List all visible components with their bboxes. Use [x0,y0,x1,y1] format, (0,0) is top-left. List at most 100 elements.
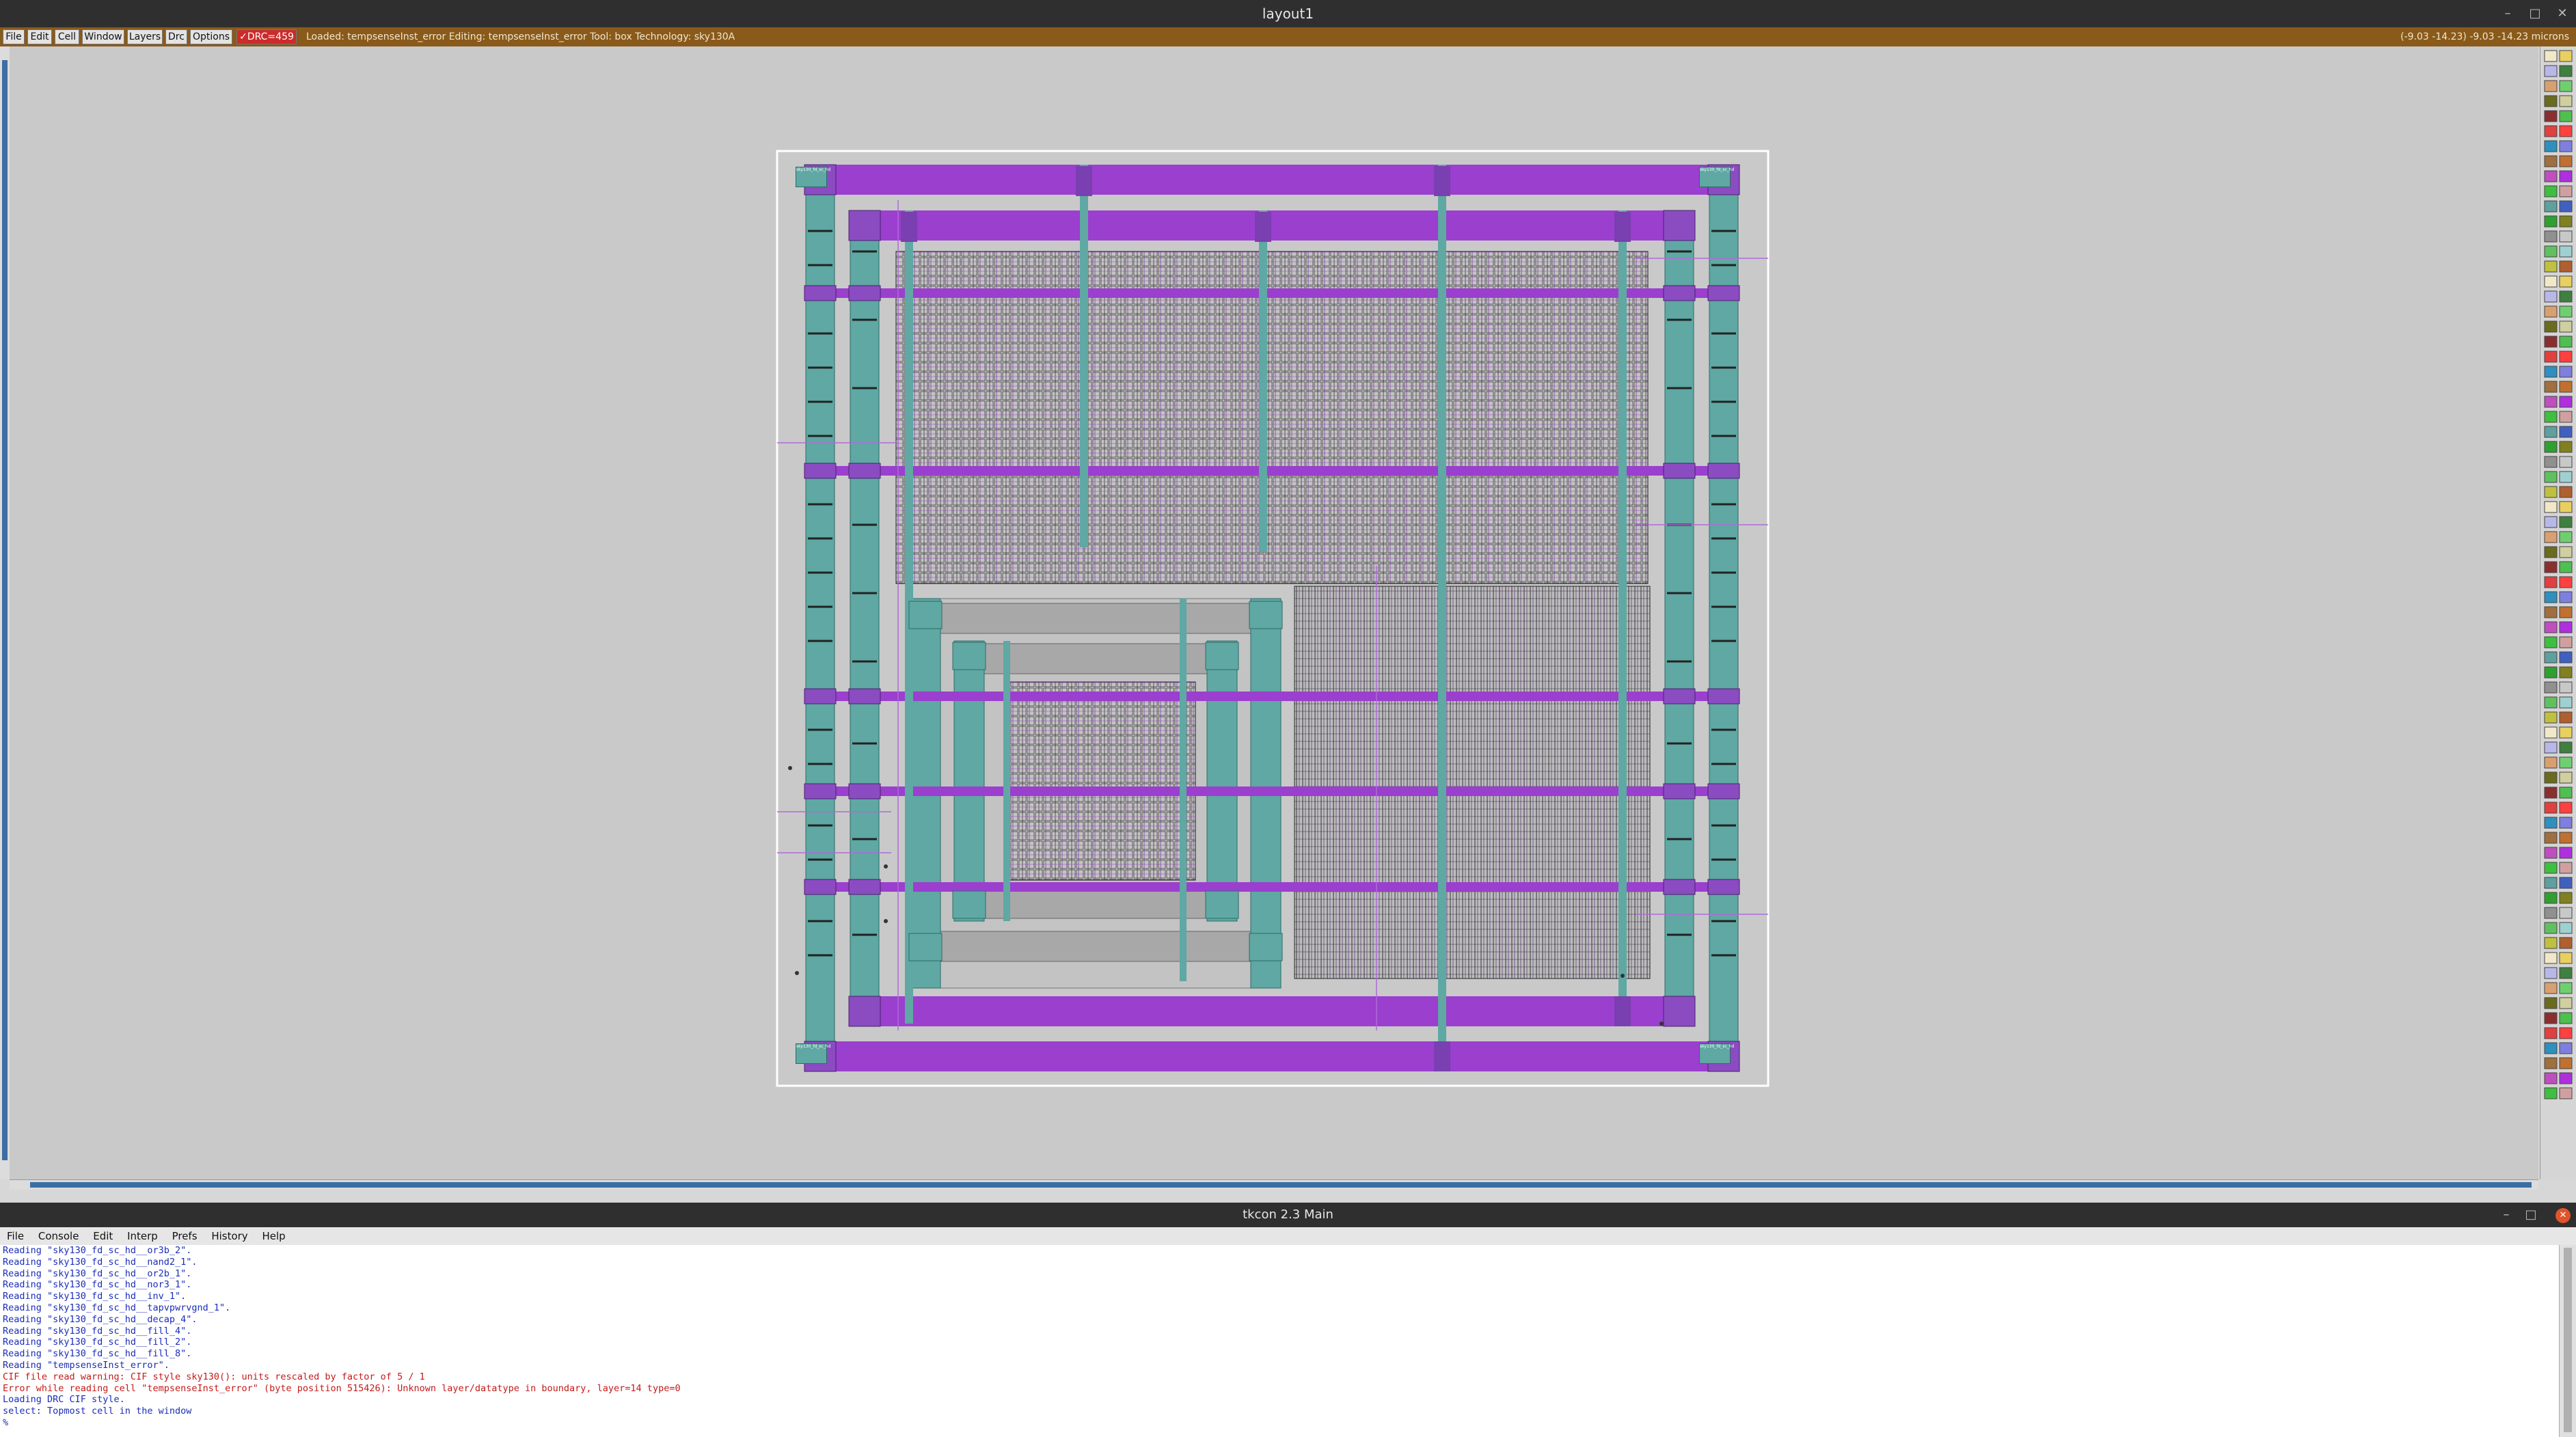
layer-swatch[interactable] [2559,200,2573,213]
console-scroll-thumb[interactable] [2564,1248,2572,1432]
layer-swatch[interactable] [2544,636,2558,648]
console-menu-console[interactable]: Console [38,1227,79,1245]
minimize-icon[interactable]: – [2494,0,2521,27]
layer-swatch[interactable] [2544,170,2558,182]
layer-swatch[interactable] [2559,967,2573,979]
layer-swatch[interactable] [2544,471,2558,483]
layer-swatch[interactable] [2544,1042,2558,1054]
layer-swatch[interactable] [2544,907,2558,919]
horizontal-scroll-thumb[interactable] [30,1182,2532,1188]
layer-swatch[interactable] [2544,200,2558,213]
console-scrollbar[interactable] [2559,1245,2576,1437]
console-menu-history[interactable]: History [211,1227,247,1245]
layer-swatch[interactable] [2559,336,2573,348]
layer-swatch[interactable] [2544,245,2558,258]
layer-swatch[interactable] [2544,696,2558,709]
layer-swatch[interactable] [2544,561,2558,573]
layer-swatch[interactable] [2559,320,2573,333]
layer-swatch[interactable] [2544,125,2558,137]
layer-palette[interactable] [2540,46,2576,1179]
layer-swatch[interactable] [2559,230,2573,243]
layer-swatch[interactable] [2544,260,2558,273]
layer-swatch[interactable] [2559,366,2573,378]
layer-swatch[interactable] [2559,80,2573,92]
layer-swatch[interactable] [2544,531,2558,543]
layer-swatch[interactable] [2544,396,2558,408]
layer-swatch[interactable] [2559,275,2573,288]
layer-swatch[interactable] [2559,170,2573,182]
layer-swatch[interactable] [2544,771,2558,784]
layer-swatch[interactable] [2544,1027,2558,1039]
layer-swatch[interactable] [2544,215,2558,228]
layer-swatch[interactable] [2559,711,2573,724]
layer-swatch[interactable] [2544,516,2558,528]
layer-swatch[interactable] [2544,381,2558,393]
layer-swatch[interactable] [2544,65,2558,77]
layer-swatch[interactable] [2544,50,2558,62]
console-menu-prefs[interactable]: Prefs [172,1227,198,1245]
vertical-scroll-thumb[interactable] [2,60,8,1160]
layer-swatch[interactable] [2544,606,2558,618]
layer-swatch[interactable] [2544,997,2558,1009]
layer-swatch[interactable] [2559,681,2573,694]
layer-swatch[interactable] [2544,877,2558,889]
layer-swatch[interactable] [2559,922,2573,934]
layer-swatch[interactable] [2559,666,2573,679]
layer-swatch[interactable] [2544,817,2558,829]
layer-swatch[interactable] [2544,1087,2558,1099]
layer-swatch[interactable] [2544,967,2558,979]
layer-swatch[interactable] [2544,1012,2558,1024]
layer-swatch[interactable] [2559,140,2573,152]
layer-swatch[interactable] [2559,1027,2573,1039]
console-menu-help[interactable]: Help [262,1227,285,1245]
menu-window[interactable]: Window [82,29,124,44]
layer-swatch[interactable] [2559,1072,2573,1084]
layer-swatch[interactable] [2544,501,2558,513]
layer-swatch[interactable] [2544,456,2558,468]
layer-swatch[interactable] [2544,666,2558,679]
layer-swatch[interactable] [2559,696,2573,709]
layer-swatches[interactable] [2540,46,2576,1179]
layer-swatch[interactable] [2544,862,2558,874]
layer-swatch[interactable] [2544,486,2558,498]
layer-swatch[interactable] [2559,892,2573,904]
layer-swatch[interactable] [2544,937,2558,949]
layer-swatch[interactable] [2559,456,2573,468]
layer-swatch[interactable] [2559,756,2573,769]
layer-swatch[interactable] [2544,305,2558,318]
layer-swatch[interactable] [2559,411,2573,423]
layer-swatch[interactable] [2559,501,2573,513]
layer-swatch[interactable] [2559,771,2573,784]
layer-swatch[interactable] [2544,110,2558,122]
layer-swatch[interactable] [2559,621,2573,633]
layer-swatch[interactable] [2544,366,2558,378]
console-output[interactable]: Reading "sky130_fd_sc_hd__or3b_2". Readin… [0,1245,2560,1437]
layer-swatch[interactable] [2559,1087,2573,1099]
layer-swatch[interactable] [2559,290,2573,303]
layer-swatch[interactable] [2559,65,2573,77]
layer-swatch[interactable] [2544,591,2558,603]
maximize-icon[interactable]: □ [2519,1203,2543,1227]
layer-swatch[interactable] [2544,155,2558,167]
layer-swatch[interactable] [2544,426,2558,438]
close-icon[interactable]: ✕ [2549,0,2576,27]
layer-swatch[interactable] [2544,922,2558,934]
minimize-icon[interactable]: – [2494,1203,2519,1227]
layer-swatch[interactable] [2544,681,2558,694]
layer-swatch[interactable] [2559,651,2573,663]
layer-swatch[interactable] [2544,230,2558,243]
layer-swatch[interactable] [2559,531,2573,543]
layer-swatch[interactable] [2544,411,2558,423]
layer-swatch[interactable] [2559,396,2573,408]
menu-file[interactable]: File [3,29,25,44]
layer-swatch[interactable] [2559,726,2573,739]
console-menu-edit[interactable]: Edit [93,1227,113,1245]
layer-swatch[interactable] [2544,651,2558,663]
layer-swatch[interactable] [2559,952,2573,964]
layer-swatch[interactable] [2559,576,2573,588]
menu-edit[interactable]: Edit [27,29,52,44]
layer-swatch[interactable] [2559,381,2573,393]
layer-swatch[interactable] [2559,305,2573,318]
menu-cell[interactable]: Cell [55,29,79,44]
layer-swatch[interactable] [2559,1057,2573,1069]
